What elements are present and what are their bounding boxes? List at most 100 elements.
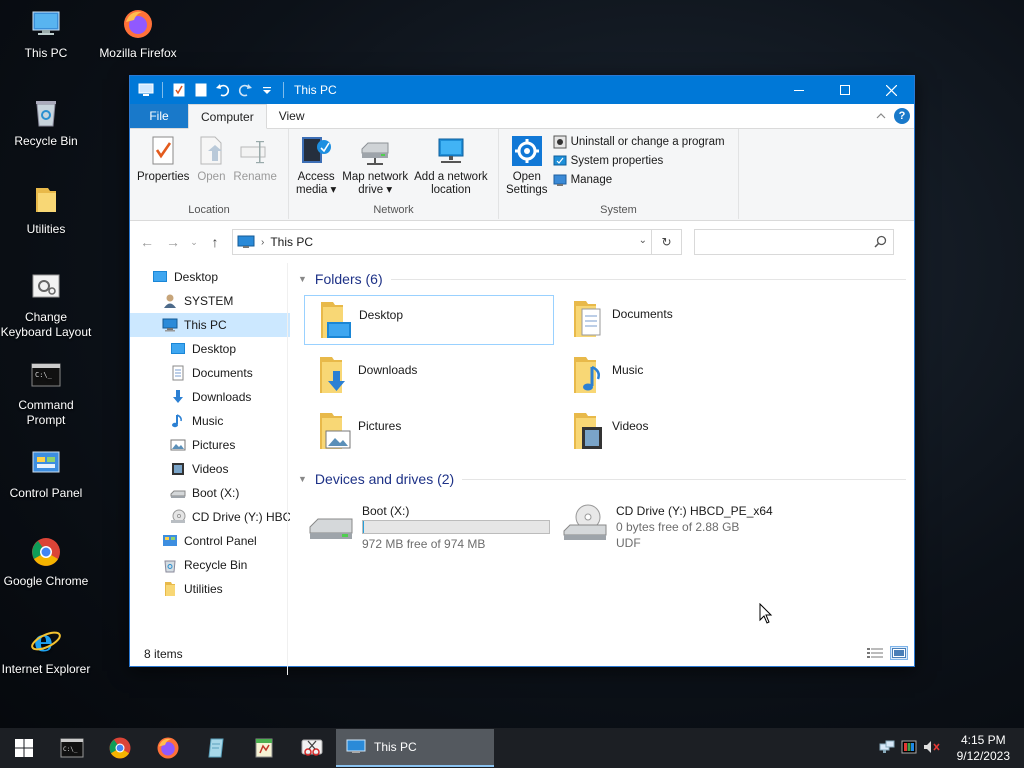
customize-toolbar-icon[interactable] (259, 82, 275, 98)
details-view-button[interactable] (866, 646, 884, 660)
folder-pictures[interactable]: Pictures (304, 407, 554, 457)
close-icon (885, 84, 897, 96)
nav-item-pictures[interactable]: Pictures (130, 433, 290, 457)
nav-item-this-pc[interactable]: This PC (130, 313, 290, 337)
clock-time: 4:15 PM (960, 733, 1006, 747)
hard-drive-icon (309, 518, 353, 539)
address-bar-row: ← → ⌄ ↑ › This PC ⌄ ↻ (130, 221, 914, 263)
collapse-group-icon[interactable]: ▼ (298, 474, 307, 484)
refresh-button[interactable]: ↻ (651, 230, 681, 254)
folder-videos[interactable]: Videos (558, 407, 808, 457)
minimize-icon (794, 90, 804, 91)
desktop-icon-firefox[interactable]: Mozilla Firefox (92, 8, 184, 61)
taskbar-document-editor[interactable] (240, 728, 288, 768)
desktop-icon-change-keyboard[interactable]: Change Keyboard Layout (0, 272, 92, 340)
tab-file[interactable]: File (130, 104, 188, 128)
drive-cd[interactable]: CD Drive (Y:) HBCD_PE_x64 0 bytes free o… (558, 499, 808, 556)
tab-view[interactable]: View (267, 104, 317, 128)
taskbar-firefox[interactable] (144, 728, 192, 768)
desktop-icon-this-pc[interactable]: This PC (0, 8, 92, 61)
desktop-folder-icon (321, 302, 351, 338)
nav-item-system-user[interactable]: SYSTEM (130, 289, 290, 313)
clock-date: 9/12/2023 (956, 749, 1010, 763)
nav-item-desktop[interactable]: Desktop (130, 265, 290, 289)
nav-item-boot-drive[interactable]: Boot (X:) (130, 481, 290, 505)
cd-drive-icon (563, 504, 607, 540)
forward-button[interactable]: → (164, 234, 182, 250)
breadcrumb-chevron-icon[interactable]: › (261, 237, 264, 248)
maximize-button[interactable] (822, 76, 868, 104)
ribbon-group-label: System (600, 204, 637, 216)
nav-item-downloads[interactable]: Downloads (130, 385, 290, 409)
back-button[interactable]: ← (138, 234, 156, 250)
clock[interactable]: 4:15 PM 9/12/2023 (957, 732, 1010, 764)
nav-item-utilities[interactable]: Utilities (130, 577, 290, 601)
drive-tiles: Boot (X:) 972 MB free of 974 MB CD Drive… (298, 499, 906, 556)
keyboard-settings-icon (32, 274, 60, 298)
computer-icon (237, 235, 255, 248)
display-color-icon[interactable] (901, 740, 917, 757)
up-button[interactable]: ↑ (206, 234, 224, 250)
collapse-group-icon[interactable]: ▼ (298, 274, 307, 284)
chrome-icon (32, 538, 60, 566)
breadcrumb-this-pc[interactable]: This PC (270, 235, 313, 249)
manage-button[interactable]: Manage (553, 173, 725, 187)
address-field[interactable]: › This PC ⌄ ↻ (232, 229, 682, 255)
undo-icon[interactable] (215, 82, 231, 98)
volume-muted-icon[interactable] (923, 740, 941, 757)
desktop-icon-internet-explorer[interactable]: e Internet Explorer (0, 624, 92, 677)
properties-icon[interactable] (171, 82, 187, 98)
address-dropdown-icon[interactable]: ⌄ (639, 235, 647, 246)
details-view-icon (867, 648, 883, 658)
group-header-drives[interactable]: ▼ Devices and drives (2) (298, 467, 906, 491)
folder-desktop[interactable]: Desktop (304, 295, 554, 345)
network-drive-icon (361, 142, 389, 165)
desktop-icon-utilities[interactable]: Utilities (0, 184, 92, 237)
tab-computer[interactable]: Computer (188, 104, 267, 129)
group-header-folders[interactable]: ▼ Folders (6) (298, 267, 906, 291)
desktop-icon-recycle-bin[interactable]: Recycle Bin (0, 96, 92, 149)
nav-item-videos[interactable]: Videos (130, 457, 290, 481)
nav-item-music[interactable]: Music (130, 409, 290, 433)
nav-item-cd-drive[interactable]: CD Drive (Y:) HBC (130, 505, 290, 529)
start-button[interactable] (0, 728, 48, 768)
videos-folder-icon (574, 413, 602, 449)
cd-drive-icon (171, 509, 186, 523)
collapse-ribbon-icon[interactable] (876, 109, 886, 123)
uninstall-program-button[interactable]: Uninstall or change a program (553, 135, 725, 149)
divider (283, 82, 284, 98)
recent-locations-button[interactable]: ⌄ (190, 237, 198, 248)
divider (162, 82, 163, 98)
desktop-icon-command-prompt[interactable]: C:\_ Command Prompt (0, 360, 92, 428)
taskbar-notepad[interactable] (192, 728, 240, 768)
nav-item-documents[interactable]: Documents (130, 361, 290, 385)
drive-boot[interactable]: Boot (X:) 972 MB free of 974 MB (304, 499, 554, 556)
help-icon[interactable]: ? (894, 108, 910, 124)
tiles-view-button[interactable] (890, 646, 908, 660)
taskbar-command-prompt[interactable]: C:\_ (48, 728, 96, 768)
folder-music[interactable]: Music (558, 351, 808, 401)
folder-downloads[interactable]: Downloads (304, 351, 554, 401)
system-properties-button[interactable]: System properties (553, 154, 725, 168)
minimize-button[interactable] (776, 76, 822, 104)
window-title: This PC (294, 83, 337, 97)
nav-item-control-panel[interactable]: Control Panel (130, 529, 290, 553)
nav-item-desktop-sub[interactable]: Desktop (130, 337, 290, 361)
nav-item-recycle-bin[interactable]: Recycle Bin (130, 553, 290, 577)
redo-icon[interactable] (237, 82, 253, 98)
chrome-icon (109, 737, 131, 759)
taskbar-snipping-tool[interactable] (288, 728, 336, 768)
ribbon-tabs: File Computer View ? (130, 104, 914, 129)
desktop-icon-chrome[interactable]: Google Chrome (0, 536, 92, 589)
new-folder-icon[interactable] (193, 82, 209, 98)
taskbar-chrome[interactable] (96, 728, 144, 768)
folder-documents[interactable]: Documents (558, 295, 808, 345)
desktop-icon-control-panel[interactable]: Control Panel (0, 448, 92, 501)
network-icon[interactable] (879, 740, 895, 757)
window-controls (776, 76, 914, 104)
search-input[interactable] (694, 229, 894, 255)
close-button[interactable] (868, 76, 914, 104)
taskbar-explorer-this-pc[interactable]: This PC (336, 729, 494, 767)
title-bar[interactable]: This PC (130, 76, 914, 104)
drive-free-space: 972 MB free of 974 MB (362, 537, 486, 551)
